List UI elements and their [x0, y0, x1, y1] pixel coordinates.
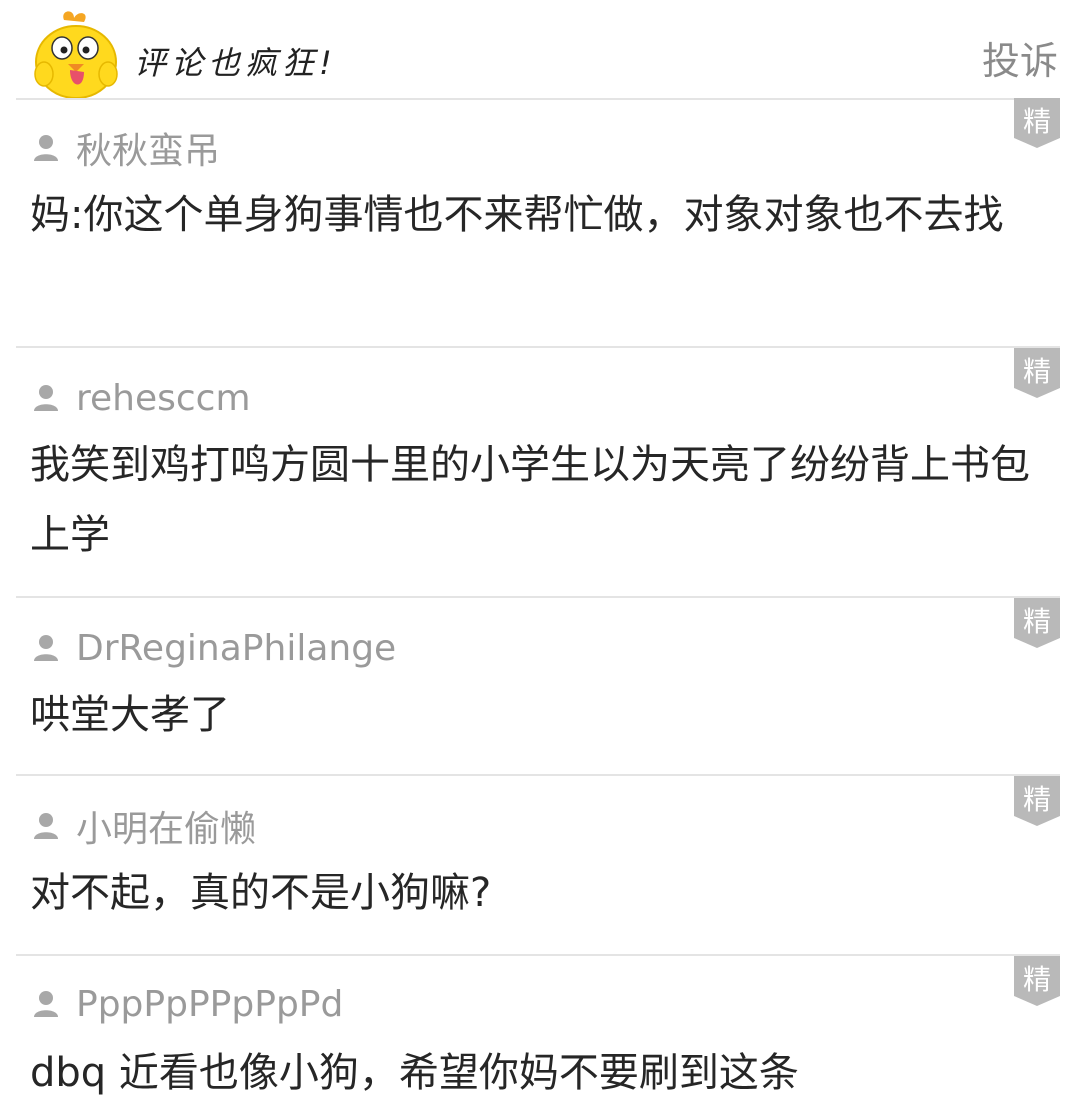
- comment-text: 我笑到鸡打鸣方圆十里的小学生以为天亮了纷纷背上书包上学: [30, 442, 1030, 558]
- featured-badge-icon: 精: [1014, 776, 1060, 826]
- featured-badge-icon: 精: [1014, 98, 1060, 148]
- report-link[interactable]: 投诉: [982, 30, 1058, 85]
- featured-badge-label: 精: [1023, 355, 1051, 388]
- user-icon: [34, 635, 58, 661]
- comment-username[interactable]: rehesccm: [76, 378, 251, 419]
- comment-author: rehesccm: [32, 376, 251, 420]
- comment-author: 小明在偷懒: [32, 804, 256, 850]
- comment-text: 哄堂大孝了: [30, 692, 230, 738]
- comment-item: 精 PppPpPPpPpPd dbq 近看也像小狗，希望你妈不要刷到这条: [16, 956, 1060, 1117]
- comment-author: 秋秋蛮吊: [32, 126, 220, 172]
- comment-username[interactable]: 秋秋蛮吊: [76, 122, 220, 174]
- comment-author: DrReginaPhilange: [32, 626, 396, 670]
- comment-username[interactable]: DrReginaPhilange: [76, 628, 396, 669]
- user-icon: [34, 813, 58, 839]
- featured-badge-icon: 精: [1014, 598, 1060, 648]
- comment-text: 对不起，真的不是小狗嘛?: [30, 870, 492, 916]
- featured-badge-label: 精: [1023, 105, 1051, 138]
- user-icon: [34, 135, 58, 161]
- featured-badge-icon: 精: [1014, 348, 1060, 398]
- comment-text: 妈:你这个单身狗事情也不来帮忙做，对象对象也不去找: [30, 192, 1004, 238]
- user-icon: [34, 385, 58, 411]
- comment-item: 精 rehesccm 我笑到鸡打鸣方圆十里的小学生以为天亮了纷纷背上书包上学: [16, 348, 1060, 598]
- comment-text: dbq 近看也像小狗，希望你妈不要刷到这条: [30, 1050, 799, 1096]
- featured-badge-label: 精: [1023, 963, 1051, 996]
- comment-author: PppPpPPpPpPd: [32, 982, 343, 1026]
- comment-item: 精 秋秋蛮吊 妈:你这个单身狗事情也不来帮忙做，对象对象也不去找: [16, 98, 1060, 348]
- user-icon: [34, 991, 58, 1017]
- featured-badge-label: 精: [1023, 605, 1051, 638]
- featured-badge-icon: 精: [1014, 956, 1060, 1006]
- comment-item: 精 DrReginaPhilange 哄堂大孝了: [16, 598, 1060, 776]
- comment-username[interactable]: PppPpPPpPpPd: [76, 984, 343, 1025]
- comment-username[interactable]: 小明在偷懒: [76, 800, 256, 852]
- header-title: 评论也疯狂!: [134, 44, 337, 82]
- comments-header: 评论也疯狂! 投诉: [16, 0, 1060, 100]
- featured-badge-label: 精: [1023, 783, 1051, 816]
- comment-item: 精 小明在偷懒 对不起，真的不是小狗嘛?: [16, 776, 1060, 956]
- yellow-chick-mascot-icon: [34, 11, 118, 98]
